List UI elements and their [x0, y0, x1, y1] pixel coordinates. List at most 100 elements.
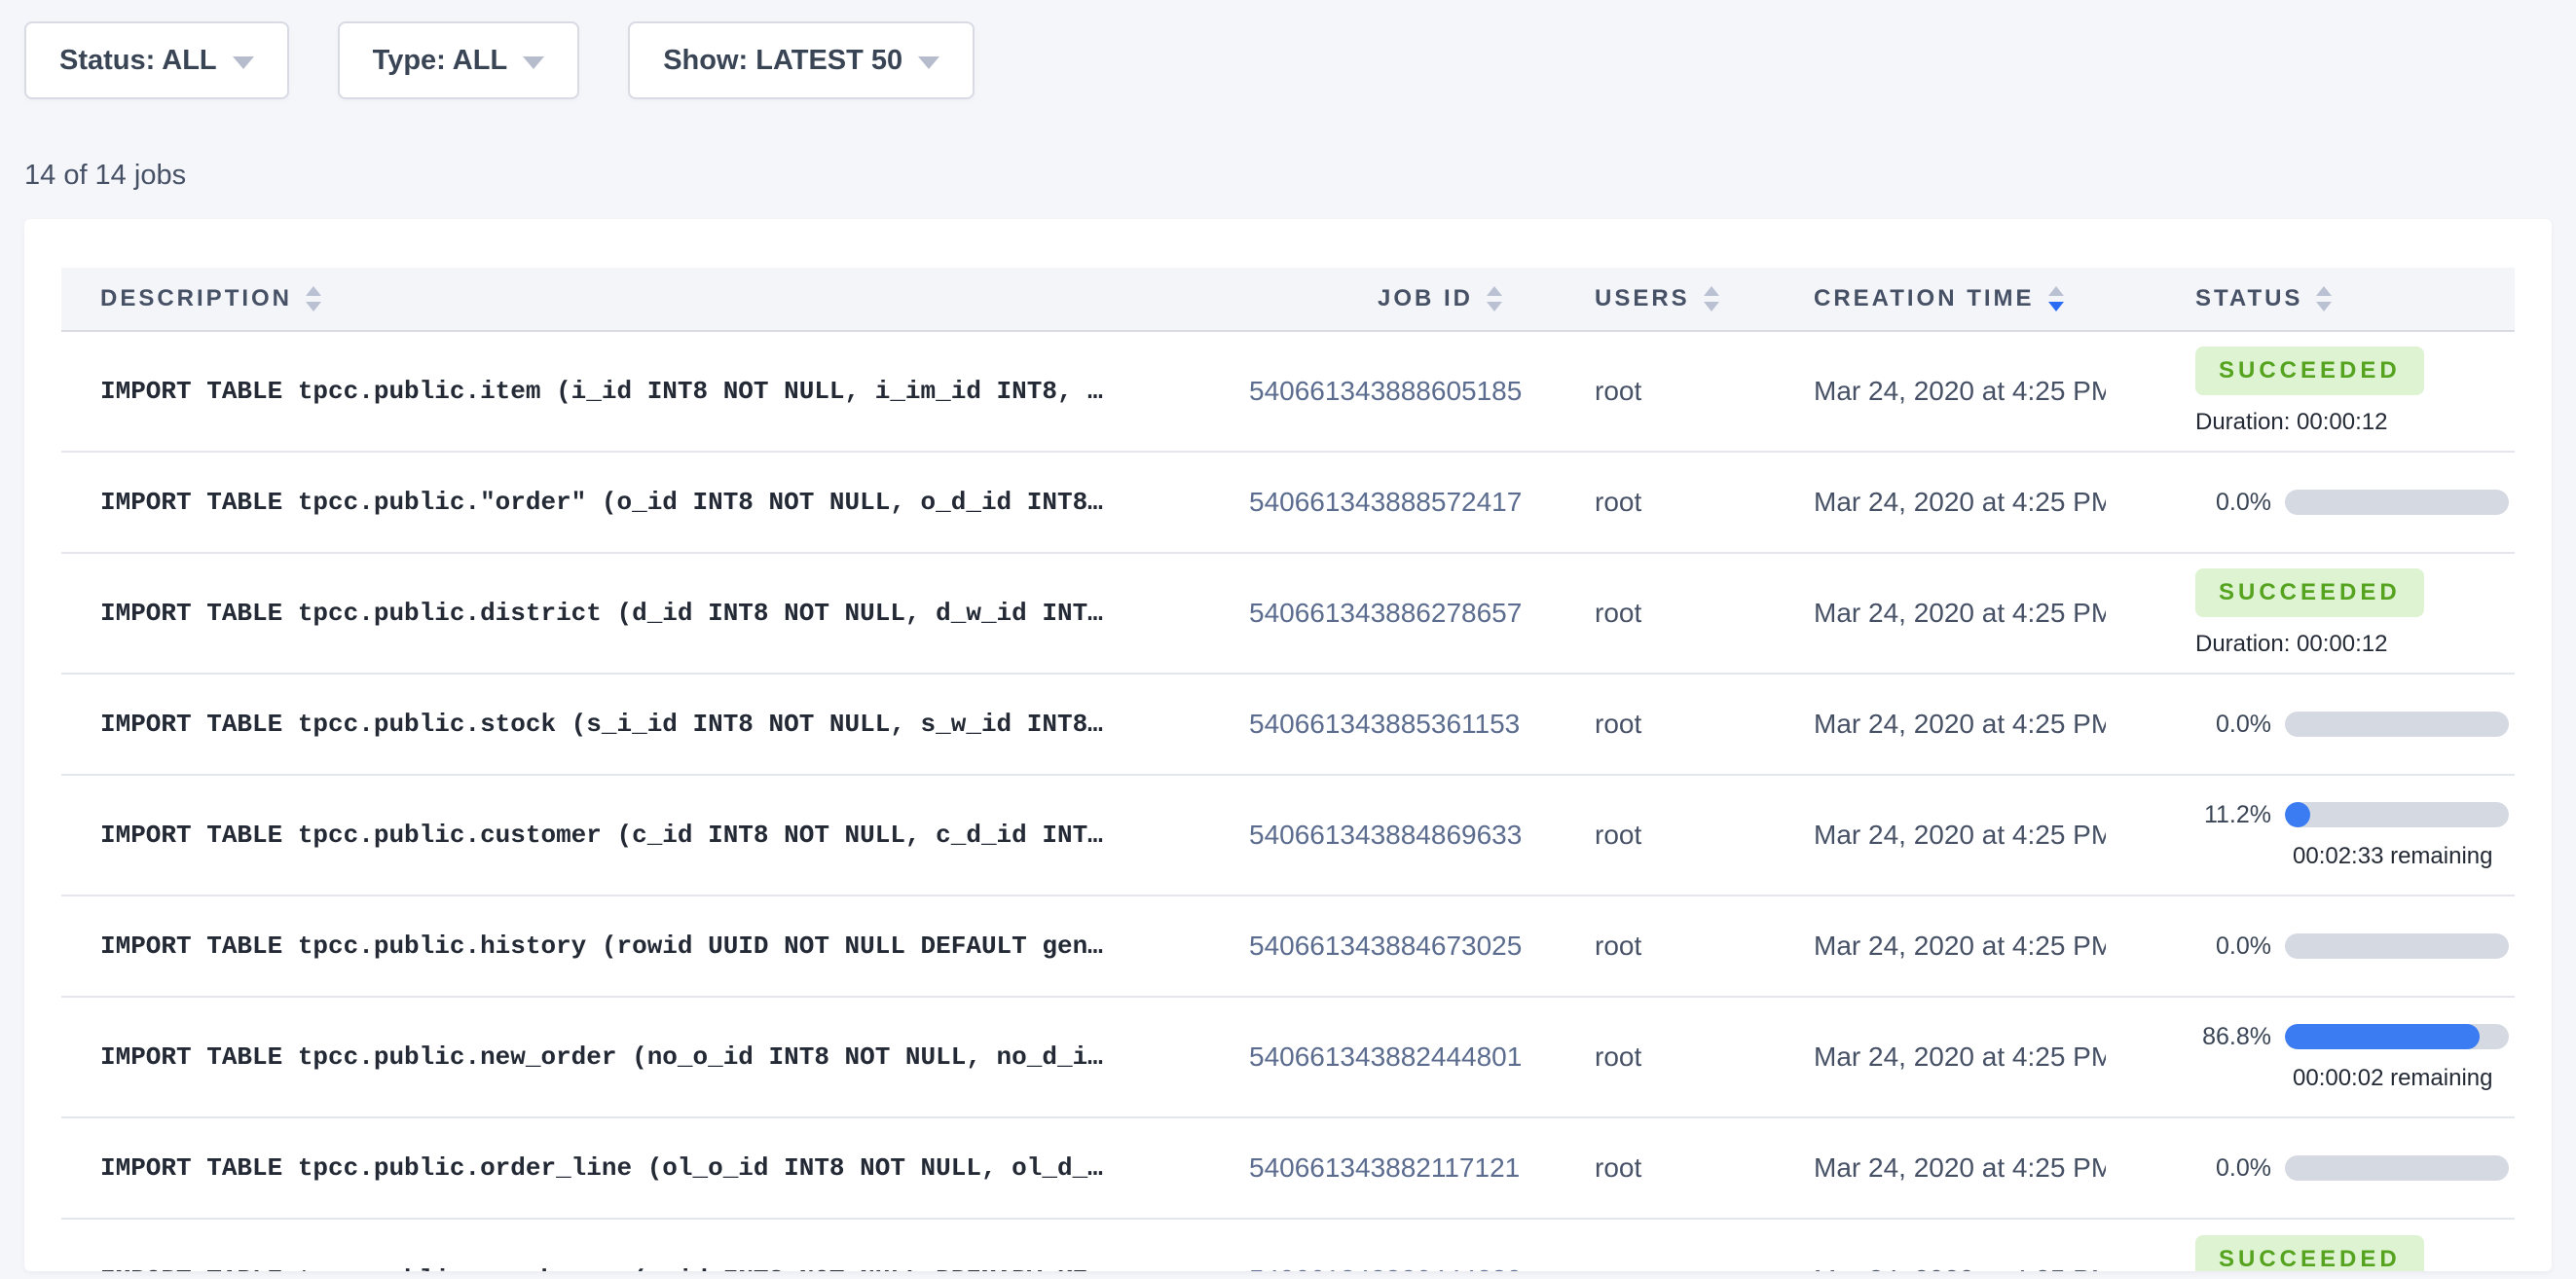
job-status-cell: SUCCEEDED Duration: 00:00:08: [2106, 1235, 2515, 1271]
sort-icons: [1487, 286, 1502, 311]
table-row: IMPORT TABLE tpcc.public."order" (o_id I…: [61, 453, 2515, 554]
progress-percent: 11.2%: [2195, 801, 2271, 829]
column-header-creation-time[interactable]: CREATION TIME: [1755, 285, 2106, 312]
job-id-link[interactable]: 540661343886278657: [1249, 598, 1541, 629]
jobs-table-card: DESCRIPTION JOB ID USERS CREATION TIME S…: [24, 219, 2552, 1271]
progress-percent: 0.0%: [2195, 711, 2271, 739]
job-status-cell: SUCCEEDED Duration: 00:00:12: [2106, 347, 2515, 436]
job-creation-time: Mar 24, 2020 at 4:25 PM: [1755, 820, 2106, 851]
table-row: IMPORT TABLE tpcc.public.district (d_id …: [61, 554, 2515, 675]
job-description: IMPORT TABLE tpcc.public.order_line (ol_…: [61, 1153, 1249, 1183]
sort-icons: [2316, 286, 2332, 311]
progress-track: [2285, 712, 2509, 737]
job-creation-time: Mar 24, 2020 at 4:25 PM: [1755, 487, 2106, 518]
job-user: root: [1541, 709, 1755, 740]
job-id-link[interactable]: 540661343882117121: [1249, 1152, 1541, 1184]
progress-track: [2285, 490, 2509, 515]
chevron-down-icon: [233, 56, 254, 69]
table-row: IMPORT TABLE tpcc.public.item (i_id INT8…: [61, 332, 2515, 453]
status-detail: Duration: 00:00:12: [2195, 631, 2515, 658]
job-status-cell: 0.0%: [2106, 489, 2515, 517]
chevron-down-icon: [523, 56, 544, 69]
progress-bar: 0.0%: [2195, 932, 2515, 961]
chevron-down-icon: [918, 56, 939, 69]
type-filter-label: Type: ALL: [373, 45, 508, 77]
job-status-cell: 0.0%: [2106, 932, 2515, 961]
status-detail: Duration: 00:00:12: [2195, 409, 2515, 436]
job-id-link[interactable]: 540661343882444801: [1249, 1041, 1541, 1073]
table-row: IMPORT TABLE tpcc.public.history (rowid …: [61, 896, 2515, 998]
job-user: root: [1541, 1041, 1755, 1073]
progress-fill: [2285, 802, 2310, 827]
job-user: root: [1541, 931, 1755, 962]
job-description: IMPORT TABLE tpcc.public.district (d_id …: [61, 599, 1249, 628]
status-filter-label: Status: ALL: [59, 45, 217, 77]
job-user: root: [1541, 487, 1755, 518]
show-filter-dropdown[interactable]: Show: LATEST 50: [628, 21, 975, 99]
progress-percent: 0.0%: [2195, 489, 2271, 517]
job-creation-time: Mar 24, 2020 at 4:25 PM: [1755, 709, 2106, 740]
table-row: IMPORT TABLE tpcc.public.new_order (no_o…: [61, 998, 2515, 1118]
job-description: IMPORT TABLE tpcc.public.customer (c_id …: [61, 821, 1249, 850]
job-description: IMPORT TABLE tpcc.public.warehouse (w_id…: [61, 1265, 1249, 1271]
job-creation-time: Mar 24, 2020 at 4:25 PM: [1755, 376, 2106, 407]
show-filter-label: Show: LATEST 50: [663, 45, 902, 77]
column-header-job-id[interactable]: JOB ID: [1249, 285, 1541, 312]
job-id-link[interactable]: 540661343884869633: [1249, 820, 1541, 851]
sort-icons: [306, 286, 321, 311]
sort-icons: [1704, 286, 1719, 311]
progress-track: [2285, 933, 2509, 959]
progress-bar: 0.0%: [2195, 1154, 2515, 1183]
column-header-status[interactable]: STATUS: [2106, 285, 2515, 312]
job-user: root: [1541, 598, 1755, 629]
job-user: root: [1541, 1152, 1755, 1184]
progress-track: [2285, 1155, 2509, 1181]
job-description: IMPORT TABLE tpcc.public."order" (o_id I…: [61, 488, 1249, 517]
progress-track: [2285, 1024, 2509, 1049]
progress-percent: 86.8%: [2195, 1023, 2271, 1051]
job-id-link[interactable]: 540661343888605185: [1249, 376, 1541, 407]
table-row: IMPORT TABLE tpcc.public.customer (c_id …: [61, 776, 2515, 896]
job-description: IMPORT TABLE tpcc.public.history (rowid …: [61, 932, 1249, 961]
job-creation-time: Mar 24, 2020 at 4:25 PM: [1755, 598, 2106, 629]
status-badge: SUCCEEDED: [2195, 347, 2424, 395]
column-header-users[interactable]: USERS: [1541, 285, 1755, 312]
column-header-description[interactable]: DESCRIPTION: [61, 285, 1249, 312]
table-body: IMPORT TABLE tpcc.public.item (i_id INT8…: [61, 332, 2515, 1271]
job-user: root: [1541, 376, 1755, 407]
status-detail: 00:00:02 remaining: [2293, 1065, 2515, 1092]
job-status-cell: SUCCEEDED Duration: 00:00:12: [2106, 568, 2515, 658]
job-id-link[interactable]: 540661343888572417: [1249, 487, 1541, 518]
status-badge: SUCCEEDED: [2195, 568, 2424, 617]
job-status-cell: 86.8% 00:00:02 remaining: [2106, 1023, 2515, 1092]
job-user: root: [1541, 820, 1755, 851]
progress-percent: 0.0%: [2195, 1154, 2271, 1183]
job-description: IMPORT TABLE tpcc.public.stock (s_i_id I…: [61, 710, 1249, 739]
progress-bar: 0.0%: [2195, 489, 2515, 517]
job-creation-time: Mar 24, 2020 at 4:25 PM: [1755, 931, 2106, 962]
jobs-count-summary: 14 of 14 jobs: [0, 99, 2576, 192]
jobs-filters: Status: ALL Type: ALL Show: LATEST 50: [0, 0, 2576, 99]
job-id-link[interactable]: 540661343826444289: [1249, 1264, 1541, 1271]
job-creation-time: Mar 24, 2020 at 4:25 PM: [1755, 1264, 2106, 1271]
job-user: root: [1541, 1264, 1755, 1271]
status-detail: 00:02:33 remaining: [2293, 843, 2515, 870]
job-status-cell: 11.2% 00:02:33 remaining: [2106, 801, 2515, 870]
job-description: IMPORT TABLE tpcc.public.item (i_id INT8…: [61, 377, 1249, 406]
job-id-link[interactable]: 540661343885361153: [1249, 709, 1541, 740]
table-row: IMPORT TABLE tpcc.public.stock (s_i_id I…: [61, 675, 2515, 776]
status-filter-dropdown[interactable]: Status: ALL: [24, 21, 289, 99]
job-id-link[interactable]: 540661343884673025: [1249, 931, 1541, 962]
job-creation-time: Mar 24, 2020 at 4:25 PM: [1755, 1152, 2106, 1184]
status-badge: SUCCEEDED: [2195, 1235, 2424, 1271]
progress-bar: 86.8%: [2195, 1023, 2515, 1051]
table-row: IMPORT TABLE tpcc.public.order_line (ol_…: [61, 1118, 2515, 1220]
table-row: IMPORT TABLE tpcc.public.warehouse (w_id…: [61, 1220, 2515, 1271]
sort-icons-active-desc: [2048, 286, 2064, 311]
job-description: IMPORT TABLE tpcc.public.new_order (no_o…: [61, 1042, 1249, 1072]
job-creation-time: Mar 24, 2020 at 4:25 PM: [1755, 1041, 2106, 1073]
progress-percent: 0.0%: [2195, 932, 2271, 961]
type-filter-dropdown[interactable]: Type: ALL: [338, 21, 580, 99]
progress-fill: [2285, 1024, 2480, 1049]
progress-bar: 11.2%: [2195, 801, 2515, 829]
